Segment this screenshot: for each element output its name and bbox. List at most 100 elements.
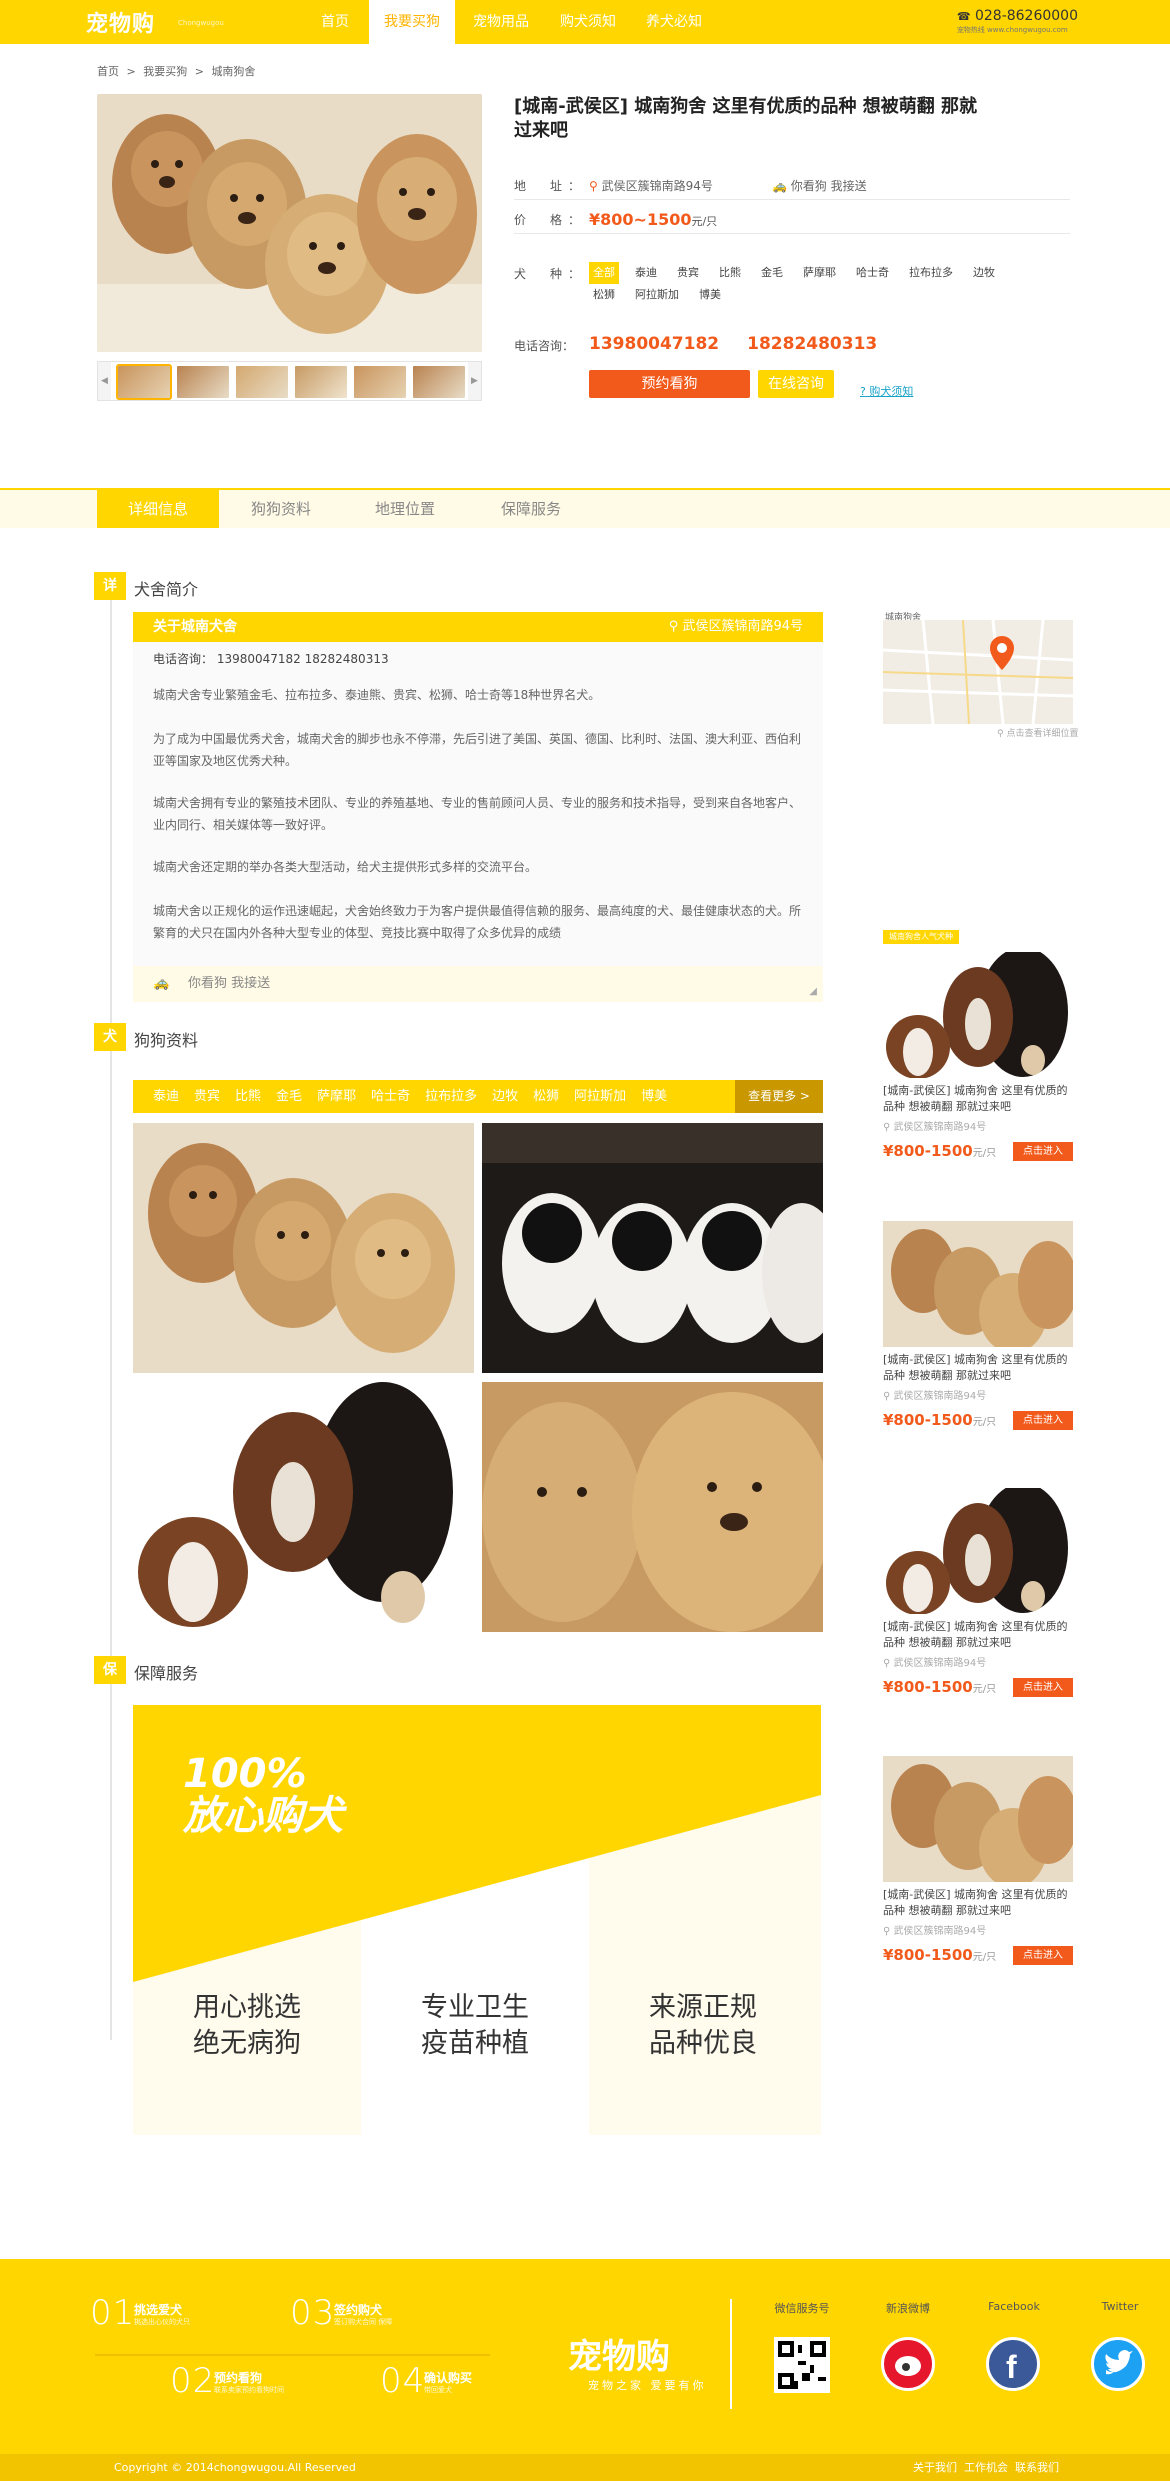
address-value: ⚲ 武侯区簇锦南路94号 (589, 179, 713, 193)
facebook-icon[interactable]: f (986, 2337, 1040, 2391)
thumbnail[interactable] (295, 366, 347, 398)
section-badge: 详 (94, 572, 126, 600)
nav-home[interactable]: 首页 (310, 0, 360, 44)
tab-dog-info[interactable]: 狗狗资料 (226, 490, 336, 528)
buying-notice-link[interactable]: ? 购犬须知 (860, 383, 913, 399)
footer-logo[interactable]: 宠物购 (568, 2329, 670, 2378)
breed-option[interactable]: 金毛 (757, 262, 787, 284)
section-title: 保障服务 (134, 1664, 199, 1683)
wechat-label: 微信服务号 (774, 2302, 830, 2315)
facebook-label: Facebook (988, 2300, 1040, 2313)
breed-category-item[interactable]: 比熊 (235, 1089, 261, 1104)
view-more-button[interactable]: 查看更多 > (735, 1080, 823, 1113)
section-title: 狗狗资料 (134, 1031, 199, 1050)
phone-numbers: 13980047182 18282480313 (589, 334, 905, 354)
address-label: 地 址： (514, 179, 587, 193)
breed-category-item[interactable]: 边牧 (492, 1089, 518, 1104)
breed-category-item[interactable]: 哈士奇 (371, 1089, 410, 1104)
qr-code-icon[interactable] (774, 2337, 830, 2393)
enter-button[interactable]: 点击进入 (1013, 1411, 1073, 1430)
nav-buying-notice[interactable]: 购犬须知 (550, 0, 626, 44)
thumbnail[interactable] (177, 366, 229, 398)
footer-divider (730, 2299, 732, 2409)
breed-category-item[interactable]: 拉布拉多 (425, 1089, 477, 1104)
dog-photo[interactable] (482, 1382, 832, 1632)
tab-location[interactable]: 地理位置 (350, 490, 460, 528)
breed-option[interactable]: 阿拉斯加 (631, 284, 683, 306)
weibo-icon[interactable] (881, 2337, 935, 2391)
phone-icon: ☎ (956, 10, 971, 23)
book-visit-button[interactable]: 预约看狗 (589, 370, 750, 398)
twitter-icon[interactable] (1091, 2337, 1145, 2391)
recommend-image[interactable] (883, 947, 1073, 1079)
dog-photo[interactable] (133, 1123, 474, 1373)
thumb-prev-icon[interactable]: ◀ (98, 362, 111, 400)
recommend-image[interactable] (883, 1756, 1078, 1888)
map-detail-link[interactable]: ⚲ 点击查看详细位置 (997, 726, 1078, 739)
resize-corner-icon: ◢ (809, 986, 817, 997)
thumb-next-icon[interactable]: ▶ (468, 362, 481, 400)
breed-category-item[interactable]: 萨摩耶 (317, 1089, 356, 1104)
footer-link-jobs[interactable]: 工作机会 (964, 2454, 1008, 2481)
breed-option[interactable]: 萨摩耶 (799, 262, 840, 284)
timeline-line (110, 580, 112, 2040)
footer: 01 挑选爱犬 挑选出心仪的犬只 02 预约看狗 联系卖家预约看狗时间 03 签约购犬 签订… (0, 2259, 1170, 2454)
location-pin-icon: ⚲ (883, 1391, 891, 1402)
footer-link-about[interactable]: 关于我们 (913, 2454, 957, 2481)
breed-option[interactable]: 全部 (589, 262, 619, 284)
breed-option[interactable]: 贵宾 (673, 262, 703, 284)
breed-option[interactable]: 博美 (695, 284, 725, 306)
breed-option[interactable]: 松狮 (589, 284, 619, 306)
price-label: 价 格： (514, 213, 587, 227)
breed-category-item[interactable]: 博美 (641, 1089, 667, 1104)
breed-category-item[interactable]: 金毛 (276, 1089, 302, 1104)
nav-pet-supplies[interactable]: 宠物用品 (463, 0, 539, 44)
svg-text:f: f (1006, 2349, 1017, 2385)
breed-option[interactable]: 哈士奇 (852, 262, 893, 284)
footer-bottom: Copyright © 2014chongwugou.All Reserved … (0, 2454, 1170, 2481)
thumbnail[interactable] (116, 364, 172, 400)
breed-option[interactable]: 比熊 (715, 262, 745, 284)
recommend-image[interactable] (883, 1221, 1078, 1353)
thumbnail[interactable] (236, 366, 288, 398)
breed-category-item[interactable]: 泰迪 (153, 1089, 179, 1104)
phone-2[interactable]: 18282480313 (747, 334, 877, 354)
step: 01 挑选爱犬 挑选出心仪的犬只 (90, 2293, 190, 2333)
weibo-label: 新浪微博 (886, 2302, 930, 2315)
online-chat-button[interactable]: 在线咨询 (758, 370, 834, 398)
phone-1[interactable]: 13980047182 (589, 334, 719, 354)
about-paragraph: 城南犬舍拥有专业的繁殖技术团队、专业的养殖基地、专业的售前顾问人员、专业的服务和… (153, 796, 802, 832)
site-logo[interactable]: 宠物购 Chongwugou (86, 6, 224, 38)
about-paragraph: 城南犬舍还定期的举办各类大型活动，给犬主提供形式多样的交流平台。 (153, 860, 538, 874)
crumb-home[interactable]: 首页 (97, 65, 119, 78)
dog-photo[interactable] (482, 1123, 842, 1373)
enter-button[interactable]: 点击进入 (1013, 1142, 1073, 1161)
breed-category-item[interactable]: 贵宾 (194, 1089, 220, 1104)
recommend-image[interactable] (883, 1483, 1073, 1615)
divider (514, 199, 1070, 200)
breed-option[interactable]: 泰迪 (631, 262, 661, 284)
thumbnail[interactable] (413, 366, 465, 398)
breed-option[interactable]: 拉布拉多 (905, 262, 957, 284)
car-icon: 🚕 (153, 976, 170, 991)
dog-photo[interactable] (133, 1382, 474, 1632)
step: 02 预约看狗 联系卖家预约看狗时间 (170, 2361, 284, 2401)
enter-button[interactable]: 点击进入 (1013, 1678, 1073, 1697)
crumb-buy[interactable]: 我要买狗 (143, 65, 187, 78)
nav-buy-dog[interactable]: 我要买狗 (369, 0, 455, 44)
breed-category-item[interactable]: 阿拉斯加 (574, 1089, 626, 1104)
location-map[interactable] (883, 620, 1073, 724)
step: 04 确认购买 带回爱犬 (380, 2361, 473, 2401)
guarantee-item: 专业卫生 疫苗种植 (421, 1992, 529, 2059)
guarantee-headline: 100% 放心购犬 (183, 1751, 343, 1839)
breed-option[interactable]: 边牧 (969, 262, 999, 284)
footer-link-contact[interactable]: 联系我们 (1015, 2454, 1059, 2481)
tab-guarantee[interactable]: 保障服务 (476, 490, 586, 528)
nav-raising-guide[interactable]: 养犬必知 (636, 0, 712, 44)
about-paragraph: 城南犬舍专业繁殖金毛、拉布拉多、泰迪熊、贵宾、松狮、哈士奇等18种世界名犬。 (153, 688, 601, 702)
thumbnail[interactable] (354, 366, 406, 398)
tab-details[interactable]: 详细信息 (97, 490, 219, 528)
enter-button[interactable]: 点击进入 (1013, 1946, 1073, 1965)
about-header: 关于城南犬舍 ⚲ 武侯区簇锦南路94号 (133, 612, 823, 642)
breed-category-item[interactable]: 松狮 (533, 1089, 559, 1104)
